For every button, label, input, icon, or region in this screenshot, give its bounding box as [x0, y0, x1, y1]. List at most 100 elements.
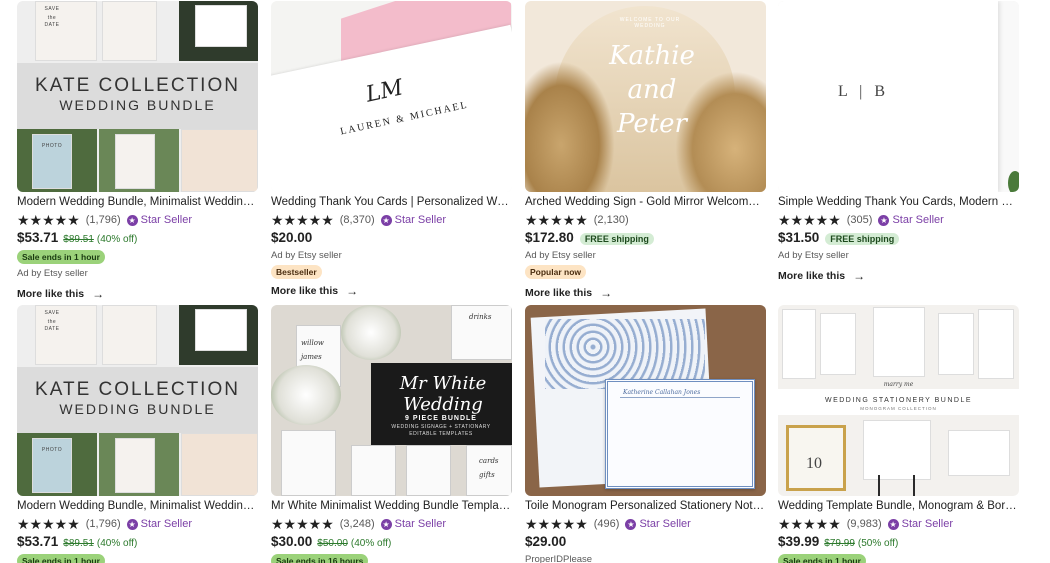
listing-title[interactable]: Modern Wedding Bundle, Minimalist Weddin…: [17, 499, 258, 514]
star-seller-icon: ★: [878, 214, 890, 226]
easel-leg: [878, 475, 880, 496]
more-like-this-link[interactable]: More like this →: [271, 284, 512, 298]
rating-row: ★★★★★ (2,130): [525, 212, 766, 228]
menu-card: [782, 309, 816, 379]
bundle-subtitle: MONOGRAM COLLECTION: [860, 406, 937, 411]
star-seller-icon: ★: [625, 518, 637, 530]
drinks-text: drinks: [469, 313, 492, 321]
program-thumb: [102, 1, 157, 61]
seating-chart: [281, 430, 336, 496]
star-seller-badge: ★ Star Seller: [625, 518, 691, 530]
listing-image[interactable]: Katherine Callahan Jones: [525, 305, 766, 496]
monogram: L | B: [838, 83, 890, 100]
star-rating-icons: ★★★★★: [271, 212, 334, 228]
welcome-card: [873, 307, 925, 377]
star-seller-badge: ★ Star Seller: [380, 518, 446, 530]
listing-title[interactable]: Toile Monogram Personalized Stationery N…: [525, 499, 766, 514]
couple-script: Kathie and Peter: [609, 41, 695, 139]
arrow-right-icon: →: [346, 284, 359, 298]
welcome-text: WELCOME TO OUR WEDDING: [619, 17, 681, 29]
review-count: (2,130): [593, 214, 629, 226]
listing-title[interactable]: Simple Wedding Thank You Cards, Modern C…: [778, 195, 1019, 210]
free-shipping-badge: FREE shipping: [579, 233, 654, 245]
listing-image[interactable]: L | B: [778, 1, 1019, 192]
listing-card[interactable]: SAVE the DATE KATE COLLECTION WEDDING BU…: [17, 1, 258, 301]
bundle-label: 9 PIECE BUNDLE: [405, 415, 477, 422]
rating-row: ★★★★★ (8,370) ★ Star Seller: [271, 212, 512, 228]
sale-badge: Sale ends in 1 hour: [17, 554, 105, 563]
listing-card[interactable]: willow james drinks Mr White Wedding 9 P…: [271, 305, 512, 563]
star-rating-icons: ★★★★★: [17, 516, 80, 532]
listing-card[interactable]: marry me WEDDING STATIONERY BUNDLE MONOG…: [778, 305, 1019, 563]
price: $29.00: [525, 534, 567, 549]
white-flowers: [341, 305, 401, 360]
welcome-sign: [115, 134, 155, 189]
shop-name[interactable]: ProperIDPlease: [525, 554, 766, 563]
stationery-photo: [181, 129, 258, 192]
discount: (50% off): [857, 538, 899, 549]
listing-title[interactable]: Wedding Thank You Cards | Personalized W…: [271, 195, 512, 210]
original-price: $89.51: [63, 538, 94, 549]
save-text: SAVE: [44, 310, 60, 316]
willow-text: willow: [301, 339, 324, 347]
white-flowers: [271, 365, 341, 425]
more-like-this-link[interactable]: More like this →: [778, 269, 1019, 283]
review-count: (3,248): [339, 518, 375, 530]
save-text: SAVE: [44, 6, 60, 12]
listing-title[interactable]: Wedding Template Bundle, Monogram & Bord…: [778, 499, 1019, 514]
sale-badge: Sale ends in 1 hour: [17, 250, 105, 264]
star-seller-badge: ★ Star Seller: [126, 214, 192, 226]
price: $20.00: [271, 230, 313, 245]
listing-image[interactable]: SAVE the DATE KATE COLLECTION WEDDING BU…: [17, 1, 258, 192]
price: $30.00: [271, 534, 313, 549]
seating-board: [863, 420, 931, 480]
popular-now-badge: Popular now: [525, 265, 586, 279]
price: $39.99: [778, 534, 820, 549]
rating-row: ★★★★★ (1,796) ★ Star Seller: [17, 212, 258, 228]
discount: (40% off): [96, 538, 138, 549]
welcome-sign: [115, 438, 155, 493]
arrow-right-icon: →: [92, 287, 105, 301]
original-price: $89.51: [63, 234, 94, 245]
star-seller-icon: ★: [887, 518, 899, 530]
price-row: $30.00 $50.00 (40% off): [271, 534, 512, 551]
listing-image[interactable]: SAVE the DATE KATE COLLECTION WEDDING BU…: [17, 305, 258, 496]
listing-title[interactable]: Arched Wedding Sign - Gold Mirror Welcom…: [525, 195, 766, 210]
collection-title: KATE COLLECTION: [35, 379, 240, 400]
listing-image[interactable]: willow james drinks Mr White Wedding 9 P…: [271, 305, 512, 496]
listing-card[interactable]: WELCOME TO OUR WEDDING Kathie and Peter …: [525, 1, 766, 300]
star-seller-icon: ★: [126, 214, 138, 226]
price-row: $53.71 $89.51 (40% off): [17, 534, 258, 551]
stationery-photo: [181, 433, 258, 496]
star-seller-badge: ★ Star Seller: [126, 518, 192, 530]
bundle-sub1: WEDDING SIGNAGE + STATIONARY: [391, 424, 491, 430]
price-row: $29.00: [525, 534, 766, 551]
listing-image[interactable]: WELCOME TO OUR WEDDING Kathie and Peter: [525, 1, 766, 192]
star-rating-icons: ★★★★★: [525, 516, 588, 532]
listing-card[interactable]: L | B Simple Wedding Thank You Cards, Mo…: [778, 1, 1019, 283]
photo-text: PHOTO: [41, 143, 63, 149]
bundle-title: WEDDING BUNDLE: [59, 97, 216, 113]
arrow-right-icon: →: [853, 269, 866, 283]
listing-title[interactable]: Modern Wedding Bundle, Minimalist Weddin…: [17, 195, 258, 210]
listing-card[interactable]: SAVE the DATE KATE COLLECTION WEDDING BU…: [17, 305, 258, 563]
listing-title[interactable]: Mr White Minimalist Wedding Bundle Templ…: [271, 499, 512, 514]
review-count: (1,796): [85, 214, 121, 226]
details-card: [978, 309, 1014, 379]
more-like-this-link[interactable]: More like this →: [17, 287, 258, 301]
price-row: $31.50 FREE shipping: [778, 230, 1019, 247]
listing-card[interactable]: LM LAUREN & MICHAEL Wedding Thank You Ca…: [271, 1, 512, 298]
more-like-this-link[interactable]: More like this →: [525, 286, 766, 300]
ad-label: Ad by Etsy seller: [778, 250, 849, 261]
star-rating-icons: ★★★★★: [271, 516, 334, 532]
invitation-card: [938, 313, 974, 375]
monogram-name: Katherine Callahan Jones: [623, 389, 701, 396]
listing-card[interactable]: Katherine Callahan Jones Toile Monogram …: [525, 305, 766, 563]
price-row: $39.99 $79.99 (50% off): [778, 534, 1019, 551]
star-rating-icons: ★★★★★: [525, 212, 588, 228]
ad-label: Ad by Etsy seller: [525, 250, 596, 261]
program-card: [820, 313, 856, 375]
listing-image[interactable]: LM LAUREN & MICHAEL: [271, 1, 512, 192]
listing-image[interactable]: marry me WEDDING STATIONERY BUNDLE MONOG…: [778, 305, 1019, 496]
table-number: 10: [806, 455, 822, 472]
